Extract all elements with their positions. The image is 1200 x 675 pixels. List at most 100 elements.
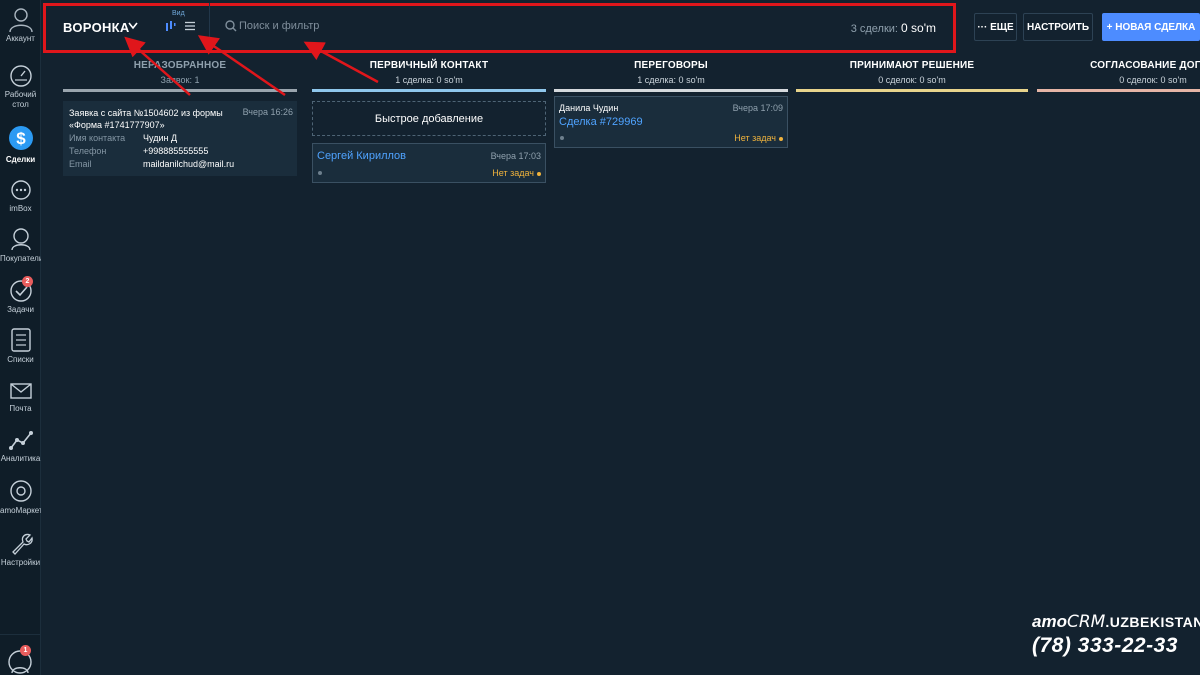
sidebar-item-label: imBox bbox=[9, 204, 32, 213]
lead-field-value: maildanilchud@mail.ru bbox=[143, 159, 235, 169]
pipeline-column-unsorted: НЕРАЗОБРАННОЕ Заявок: 1 Заявка с сайта №… bbox=[63, 60, 297, 176]
watermark-brand-b: CRM bbox=[1066, 612, 1106, 632]
sidebar-item-analytics[interactable]: Аналитика bbox=[0, 428, 41, 464]
wrench-icon bbox=[11, 533, 33, 555]
chevron-down-icon[interactable] bbox=[128, 22, 138, 30]
deal-task-status[interactable]: Нет задач bbox=[492, 168, 541, 178]
watermark-brand-c: .UZBEKISTAN bbox=[1105, 614, 1200, 630]
column-title: СОГЛАСОВАНИЕ ДОГОВ bbox=[1090, 60, 1200, 71]
deal-count: 3 сделки: bbox=[850, 23, 898, 35]
deal-sum: 0 so'm bbox=[901, 21, 936, 35]
lead-field-value: +998885555555 bbox=[143, 146, 209, 156]
sidebar-item-settings[interactable]: Настройки bbox=[0, 530, 41, 568]
column-subtitle: 1 сделка: 0 so'm bbox=[395, 75, 463, 85]
column-color-line bbox=[63, 89, 297, 92]
column-color-line bbox=[554, 89, 788, 92]
sidebar-account-label: Аккаунт bbox=[6, 34, 35, 43]
tasks-badge: 2 bbox=[22, 276, 33, 287]
column-title: ПЕРВИЧНЫЙ КОНТАКТ bbox=[369, 60, 489, 71]
sidebar-item-label: Задачи bbox=[7, 305, 34, 314]
deal-contact: Данила Чудин bbox=[559, 103, 619, 113]
market-icon bbox=[9, 480, 32, 502]
sidebar-item-label: Покупатели bbox=[0, 254, 41, 263]
lead-title[interactable]: Заявка с сайта №1504602 из формы «Форма … bbox=[69, 107, 229, 131]
top-bar: ВОРОНКА Вид 3 сделки: 0 so'm ··· ЕЩЕ НАС… bbox=[41, 0, 1200, 57]
pipeline-column-first-contact: ПЕРВИЧНЫЙ КОНТАКТ 1 сделка: 0 so'm Быстр… bbox=[312, 60, 546, 183]
more-button[interactable]: ··· ЕЩЕ bbox=[974, 13, 1017, 41]
deal-name-link[interactable]: Сергей Кириллов bbox=[317, 150, 406, 162]
kanban-view-icon[interactable] bbox=[165, 20, 177, 32]
search-input[interactable] bbox=[239, 15, 639, 37]
deal-time: Вчера 17:03 bbox=[490, 151, 541, 161]
column-title: ПРИНИМАЮТ РЕШЕНИЕ bbox=[849, 60, 975, 71]
sidebar-item-label: Списки bbox=[7, 355, 34, 364]
status-dot bbox=[318, 171, 322, 175]
divider bbox=[209, 3, 210, 47]
pipeline-column-decision: ПРИНИМАЮТ РЕШЕНИЕ 0 сделок: 0 so'm bbox=[796, 60, 1028, 92]
sidebar-item-imbox[interactable]: imBox bbox=[0, 180, 41, 214]
column-subtitle: Заявок: 1 bbox=[160, 75, 200, 85]
sidebar-item-lists[interactable]: Списки bbox=[0, 327, 41, 365]
list-view-icon[interactable] bbox=[184, 20, 196, 32]
column-title: ПЕРЕГОВОРЫ bbox=[634, 60, 708, 71]
watermark-phone: (78) 333-22-33 bbox=[1032, 634, 1178, 657]
column-color-line bbox=[312, 89, 546, 92]
deal-card[interactable]: Сергей Кириллов Вчера 17:03 Нет задач bbox=[312, 143, 546, 183]
analytics-icon bbox=[8, 431, 33, 450]
chat-icon bbox=[10, 180, 31, 200]
watermark-brand-a: amo bbox=[1032, 612, 1067, 631]
sidebar-item-tasks[interactable]: 2 Задачи bbox=[0, 276, 41, 315]
sidebar-item-label: Сделки bbox=[5, 155, 36, 164]
status-dot bbox=[560, 136, 564, 140]
sidebar-item-label: Настройки bbox=[0, 558, 41, 567]
new-deal-button[interactable]: + НОВАЯ СДЕЛКА bbox=[1102, 13, 1200, 41]
lead-field-value: Чудин Д bbox=[143, 133, 178, 143]
column-color-line bbox=[796, 89, 1028, 92]
search-icon bbox=[225, 20, 237, 32]
pipeline-column-contract: СОГЛАСОВАНИЕ ДОГОВ 0 сделок: 0 so'm bbox=[1037, 60, 1200, 92]
account-avatar[interactable]: Аккаунт bbox=[0, 6, 41, 44]
deal-name-link[interactable]: Сделка #729969 bbox=[559, 116, 643, 128]
sidebar-item-mail[interactable]: Почта bbox=[0, 380, 41, 414]
sidebar-item-label: Рабочий bbox=[4, 90, 37, 99]
quick-add-button[interactable]: Быстрое добавление bbox=[312, 101, 546, 136]
deal-time: Вчера 17:09 bbox=[732, 103, 783, 113]
lead-field-label: Email bbox=[69, 159, 92, 169]
sidebar-item-label: Почта bbox=[9, 404, 32, 413]
lead-time: Вчера 16:26 bbox=[242, 107, 293, 117]
lead-field-label: Телефон bbox=[69, 146, 107, 156]
customers-icon bbox=[10, 228, 31, 251]
speedometer-icon bbox=[9, 65, 32, 87]
watermark-brand: amoCRM.UZBEKISTAN bbox=[1032, 612, 1200, 632]
deal-card[interactable]: Данила Чудин Вчера 17:09 Сделка #729969 … bbox=[554, 96, 788, 148]
sidebar-item-customers[interactable]: Покупатели bbox=[0, 226, 41, 264]
sidebar-item-label: amoМаркет bbox=[0, 506, 41, 515]
mail-icon bbox=[9, 383, 32, 399]
view-label: Вид bbox=[172, 10, 185, 17]
svg-text:$: $ bbox=[16, 129, 26, 148]
lead-field-label: Имя контакта bbox=[69, 133, 126, 143]
sidebar-item-amomarket[interactable]: amoМаркет bbox=[0, 478, 41, 516]
list-icon bbox=[10, 328, 31, 352]
sidebar-item-deals[interactable]: $ Сделки bbox=[0, 123, 41, 165]
deal-summary: 3 сделки: 0 so'm bbox=[851, 21, 936, 35]
sidebar-notifications[interactable]: 1 bbox=[0, 634, 41, 675]
brand-watermark: amoCRM.UZBEKISTAN (78) 333-22-33 bbox=[1032, 612, 1200, 658]
column-title: НЕРАЗОБРАННОЕ bbox=[133, 60, 227, 71]
sidebar: Аккаунт Рабочий стол $ Сделки imBox Поку… bbox=[0, 0, 41, 675]
pipeline-column-negotiations: ПЕРЕГОВОРЫ 1 сделка: 0 so'm Данила Чудин… bbox=[554, 60, 788, 148]
sidebar-item-label: Аналитика bbox=[0, 454, 41, 463]
notifications-badge: 1 bbox=[20, 645, 31, 656]
sidebar-item-dashboard[interactable]: Рабочий стол bbox=[0, 64, 41, 110]
pipeline-selector[interactable]: ВОРОНКА bbox=[63, 20, 130, 35]
setup-button[interactable]: НАСТРОИТЬ bbox=[1023, 13, 1093, 41]
sidebar-item-label: стол bbox=[12, 100, 29, 109]
column-color-line bbox=[1037, 89, 1200, 92]
lead-card[interactable]: Заявка с сайта №1504602 из формы «Форма … bbox=[63, 101, 297, 176]
column-subtitle: 0 сделок: 0 so'm bbox=[1119, 75, 1187, 85]
user-avatar-icon bbox=[8, 8, 33, 32]
deal-task-status[interactable]: Нет задач bbox=[734, 133, 783, 143]
column-subtitle: 0 сделок: 0 so'm bbox=[878, 75, 946, 85]
column-subtitle: 1 сделка: 0 so'm bbox=[637, 75, 705, 85]
deals-icon: $ bbox=[8, 126, 33, 150]
